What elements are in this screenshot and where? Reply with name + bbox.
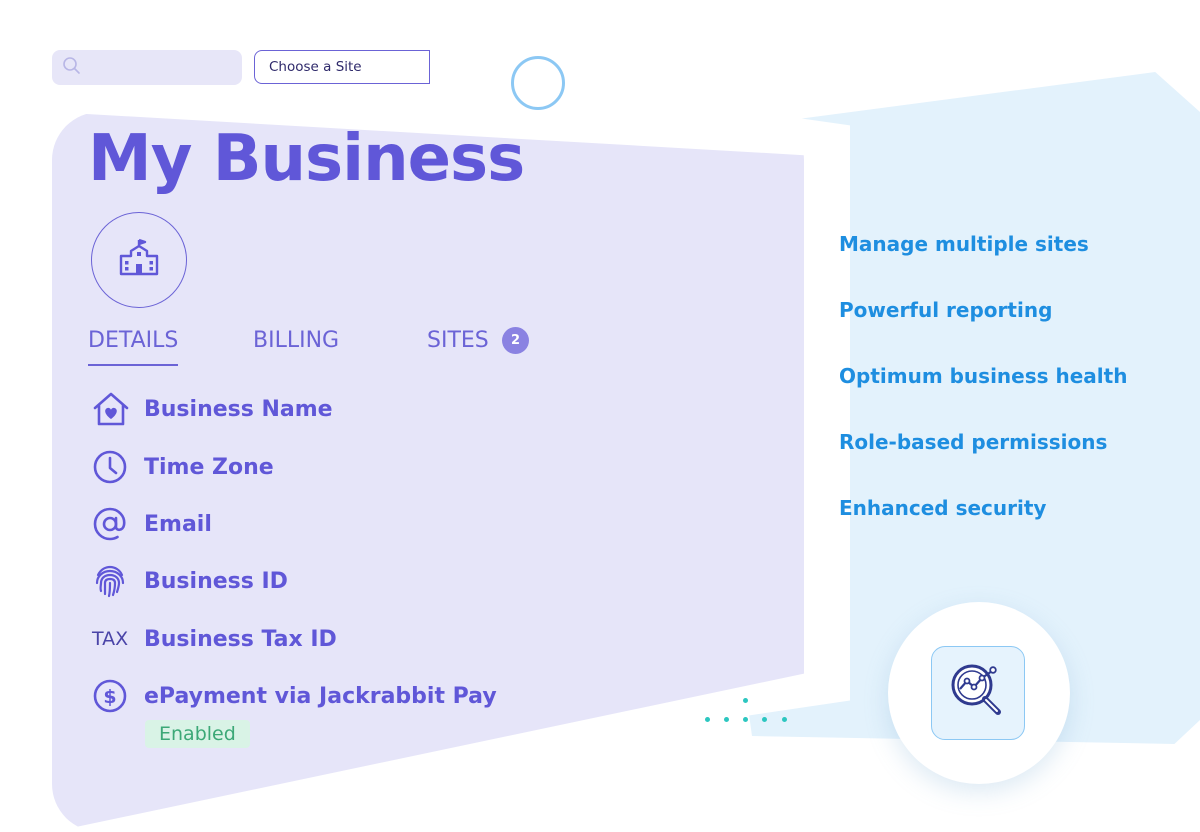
analytics-search-icon [944,657,1012,729]
feature-item: Role-based permissions [839,430,1108,454]
home-heart-icon [92,389,132,429]
field-label: Time Zone [144,454,274,480]
business-avatar[interactable] [91,212,187,308]
field-label: Business ID [144,568,288,594]
sites-count-badge: 2 [502,327,529,354]
choose-site-label: Choose a Site [269,59,362,75]
svg-text:$: $ [103,686,116,708]
feature-list: Manage multiple sites Powerful reporting… [839,230,1127,560]
field-label: Business Tax ID [144,626,337,652]
fingerprint-icon [92,561,132,601]
search-input[interactable] [52,50,242,85]
feature-item: Manage multiple sites [839,232,1089,256]
tax-label-icon: TAX [92,628,129,650]
field-time-zone[interactable]: Time Zone [92,447,274,487]
feature-item: Enhanced security [839,496,1047,520]
clock-icon [92,447,132,487]
feature-item: Powerful reporting [839,298,1053,322]
field-label: Business Name [144,396,333,422]
feature-item: Optimum business health [839,364,1128,388]
active-tab-indicator [88,364,178,366]
search-icon [52,56,82,80]
at-sign-icon [92,504,132,544]
field-business-tax-id[interactable]: TAX Business Tax ID [92,619,337,659]
cursor-ring-decoration [511,56,565,110]
field-label: ePayment via Jackrabbit Pay [144,683,497,709]
school-building-icon [117,238,161,282]
dollar-circle-icon: $ [92,676,132,716]
tab-billing[interactable]: BILLING [253,328,339,353]
tab-sites[interactable]: SITES [427,328,489,353]
page-title: My Business [88,122,525,196]
field-business-name[interactable]: Business Name [92,389,333,429]
choose-site-dropdown[interactable]: Choose a Site [254,50,430,84]
status-badge: Enabled [145,720,250,748]
tab-details[interactable]: DETAILS [88,328,178,353]
field-label: Email [144,511,212,537]
field-epayment[interactable]: $ ePayment via Jackrabbit Pay [92,676,497,716]
analytics-tile [931,646,1025,740]
field-business-id[interactable]: Business ID [92,561,288,601]
field-email[interactable]: Email [92,504,212,544]
